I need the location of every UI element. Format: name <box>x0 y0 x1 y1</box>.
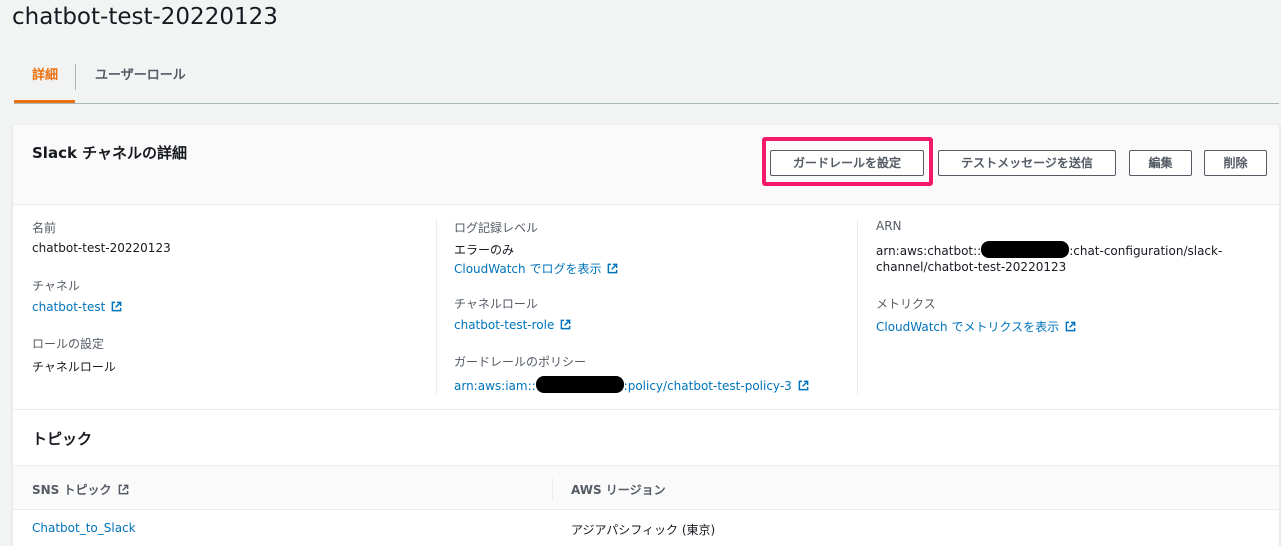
panel-title: Slack チャネルの詳細 <box>32 144 188 162</box>
topics-table-header: SNS トピック AWS リージョン <box>13 465 1279 510</box>
external-link-icon <box>608 263 618 274</box>
guardrail-policy-suffix: :policy/chatbot-test-policy-3 <box>623 379 792 393</box>
guardrail-policy-prefix: arn:aws:iam:: <box>454 379 536 393</box>
role-setting-value: チャネルロール <box>32 360 116 374</box>
arn-suffix: :chat-configuration/slack- <box>1069 244 1223 258</box>
guardrail-policy-link[interactable]: arn:aws:iam:::policy/chatbot-test-policy… <box>454 376 809 393</box>
column-header-sns-topic: SNS トピック <box>32 481 129 498</box>
column-divider <box>552 478 553 500</box>
channel-role-label: チャネルロール <box>454 297 538 311</box>
role-setting-label: ロールの設定 <box>32 337 105 351</box>
table-row: Chatbot_to_Slack アジアパシフィック (東京) <box>13 510 1279 546</box>
details-grid: 名前 chatbot-test-20220123 チャネル chatbot-te… <box>13 205 1279 410</box>
name-value: chatbot-test-20220123 <box>32 241 171 255</box>
topic-link[interactable]: Chatbot_to_Slack <box>32 521 136 535</box>
cloudwatch-metrics-link-text: CloudWatch でメトリクスを表示 <box>876 320 1060 334</box>
region-value: アジアパシフィック (東京) <box>571 523 716 537</box>
metrics-label: メトリクス <box>876 297 936 311</box>
channel-role-link[interactable]: chatbot-test-role <box>454 318 571 332</box>
redaction-mark <box>535 376 624 393</box>
column-header-sns-topic-text: SNS トピック <box>32 483 112 497</box>
arn-prefix: arn:aws:chatbot:: <box>876 244 982 258</box>
topics-title: トピック <box>32 430 93 448</box>
channel-role-link-text: chatbot-test-role <box>454 318 555 332</box>
panel-header: Slack チャネルの詳細 ガードレールを設定 テストメッセージを送信 編集 削… <box>13 125 1279 205</box>
arn-value-line2: channel/chatbot-test-20220123 <box>876 260 1067 274</box>
external-link-icon <box>798 380 809 391</box>
column-divider <box>436 219 437 395</box>
log-level-value: エラーのみ <box>454 243 515 257</box>
slack-channel-details-panel: Slack チャネルの詳細 ガードレールを設定 テストメッセージを送信 編集 削… <box>12 124 1280 546</box>
name-label: 名前 <box>32 221 57 235</box>
log-level-label: ログ記録レベル <box>454 221 539 235</box>
channel-label: チャネル <box>32 279 80 293</box>
tab-user-roles[interactable]: ユーザーロール <box>95 50 186 103</box>
set-guardrail-button[interactable]: ガードレールを設定 <box>770 150 924 176</box>
external-link-icon <box>1065 321 1076 332</box>
column-divider <box>857 219 858 395</box>
column-header-aws-region: AWS リージョン <box>571 483 666 497</box>
external-link-icon <box>561 319 571 330</box>
page-title: chatbot-test-20220123 <box>12 4 278 30</box>
cloudwatch-metrics-link[interactable]: CloudWatch でメトリクスを表示 <box>876 318 1076 335</box>
guardrail-policy-label: ガードレールのポリシー <box>454 355 587 369</box>
arn-label: ARN <box>876 219 902 233</box>
channel-link-text: chatbot-test <box>32 300 106 314</box>
delete-button[interactable]: 削除 <box>1204 150 1267 176</box>
tab-divider <box>75 64 76 90</box>
external-link-icon <box>111 301 122 312</box>
edit-button[interactable]: 編集 <box>1129 150 1192 176</box>
channel-link[interactable]: chatbot-test <box>32 300 122 314</box>
cloudwatch-logs-link-text: CloudWatch でログを表示 <box>454 262 602 276</box>
send-test-message-button[interactable]: テストメッセージを送信 <box>938 150 1116 176</box>
arn-value: arn:aws:chatbot:::chat-configuration/sla… <box>876 241 1222 258</box>
tab-bar: 詳細 ユーザーロール <box>14 50 1279 104</box>
cloudwatch-logs-link[interactable]: CloudWatch でログを表示 <box>454 260 618 277</box>
redaction-mark <box>981 241 1070 258</box>
external-link-icon[interactable] <box>118 484 129 495</box>
tab-details[interactable]: 詳細 <box>14 50 75 103</box>
